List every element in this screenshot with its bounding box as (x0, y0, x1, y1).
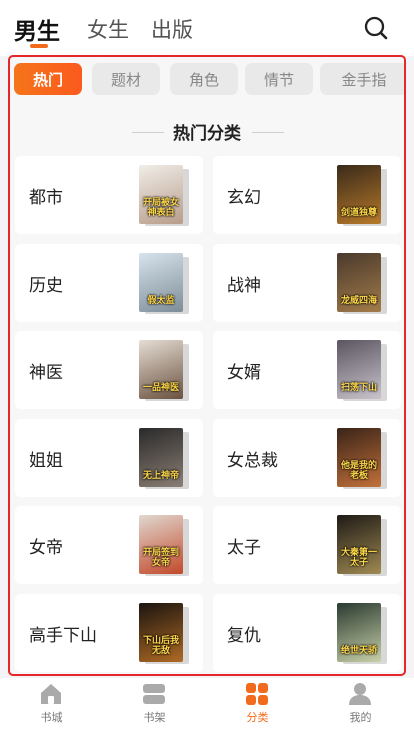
category-tab-cheat[interactable]: 金手指 (320, 63, 404, 95)
active-tab-indicator (30, 44, 48, 48)
book-cover: 假太监 (139, 252, 183, 312)
genre-card[interactable]: 高手下山 下山后我无敌 (15, 593, 203, 672)
genre-label: 女总裁 (227, 450, 278, 471)
category-grid-icon (246, 683, 268, 705)
book-cover: 开局被女神表白 (139, 165, 183, 224)
genre-label: 玄幻 (227, 188, 261, 208)
book-cover: 一品神医 (139, 340, 183, 399)
book-cover-title: 一品神医 (142, 383, 179, 393)
book-cover: 龙威四海 (337, 252, 381, 312)
book-cover-title: 开局被女神表白 (142, 198, 179, 218)
genre-card[interactable]: 战神龙威四海 (213, 243, 401, 322)
genre-card[interactable]: 姐姐无上神帝 (15, 418, 203, 497)
genre-label: 太子 (227, 538, 261, 558)
book-cover: 绝世天骄 (337, 602, 381, 662)
genre-card[interactable]: 神医一品神医 (15, 331, 203, 409)
genre-label: 姐姐 (29, 450, 63, 471)
nav-bookshelf[interactable]: 书架 (103, 678, 206, 736)
book-cover: 下山后我无敌 (139, 602, 183, 662)
category-tab-role[interactable]: 角色 (170, 63, 238, 95)
bookshelf-icon (143, 684, 165, 704)
genre-card[interactable]: 女婿扫荡下山 (213, 331, 401, 409)
genre-card[interactable]: 女总裁 他是我的老板 (213, 418, 401, 497)
genre-label: 都市 (29, 188, 63, 208)
bottom-nav: 书城 书架 分类 我的 (0, 678, 414, 736)
book-cover: 剑道独尊 (337, 165, 381, 224)
category-tab-theme[interactable]: 题材 (92, 63, 160, 95)
book-cover: 他是我的老板 (337, 427, 381, 487)
book-cover-title: 绝世天骄 (340, 645, 377, 656)
nav-label: 书架 (143, 711, 166, 724)
book-cover-title: 开局签到女帝 (142, 548, 179, 568)
genre-label: 女帝 (29, 538, 63, 558)
nav-label: 分类 (246, 711, 269, 724)
category-tab-bar: 热门 题材 角色 情节 金手指 (14, 63, 404, 95)
genre-label: 神医 (29, 363, 63, 383)
book-cover: 扫荡下山 (337, 340, 381, 399)
nav-category[interactable]: 分类 (206, 678, 309, 736)
nav-bookstore[interactable]: 书城 (0, 678, 103, 736)
title-divider-right (252, 132, 284, 133)
genre-card[interactable]: 都市开局被女神表白 (15, 156, 203, 234)
genre-label: 女婿 (227, 363, 261, 383)
tab-male[interactable]: 男生 (14, 12, 60, 46)
nav-label: 我的 (349, 711, 372, 724)
section-title: 热门分类 (173, 124, 241, 144)
book-cover: 大秦第一太子 (337, 515, 381, 574)
genre-card[interactable]: 女帝开局签到女帝 (15, 506, 203, 584)
book-cover-title: 无上神帝 (142, 470, 179, 481)
book-cover-title: 扫荡下山 (340, 383, 377, 393)
genre-card[interactable]: 玄幻剑道独尊 (213, 156, 401, 234)
genre-label: 高手下山 (29, 625, 97, 646)
home-icon (41, 684, 61, 704)
genre-card[interactable]: 复仇绝世天骄 (213, 593, 401, 672)
search-button[interactable] (362, 14, 390, 42)
nav-profile[interactable]: 我的 (309, 678, 412, 736)
book-cover-title: 假太监 (147, 295, 175, 306)
category-panel: 热门 题材 角色 情节 金手指 热门分类 都市 开局被女神表白 玄幻 剑道独尊 历史 假太… (8, 55, 406, 676)
book-cover-title: 剑道独尊 (340, 208, 377, 218)
category-tab-plot[interactable]: 情节 (245, 63, 313, 95)
genre-label: 战神 (227, 275, 261, 296)
book-cover: 开局签到女帝 (139, 515, 183, 574)
profile-icon (349, 683, 371, 705)
genre-label: 复仇 (227, 625, 261, 646)
book-cover-title: 大秦第一太子 (340, 548, 377, 568)
book-cover-title: 他是我的老板 (340, 460, 377, 481)
genre-card[interactable]: 历史假太监 (15, 243, 203, 322)
book-cover-title: 龙威四海 (340, 295, 377, 306)
genre-label: 历史 (29, 275, 63, 296)
category-tab-hot[interactable]: 热门 (14, 63, 82, 95)
search-icon (364, 16, 388, 40)
book-cover-title: 下山后我无敌 (142, 635, 179, 656)
nav-label: 书城 (40, 711, 63, 724)
book-cover: 无上神帝 (139, 427, 183, 487)
top-header: 男生 女生 出版 (0, 0, 414, 56)
tab-publishing[interactable]: 出版 (151, 14, 193, 44)
genre-card[interactable]: 太子大秦第一太子 (213, 506, 401, 584)
tab-female[interactable]: 女生 (87, 14, 129, 44)
